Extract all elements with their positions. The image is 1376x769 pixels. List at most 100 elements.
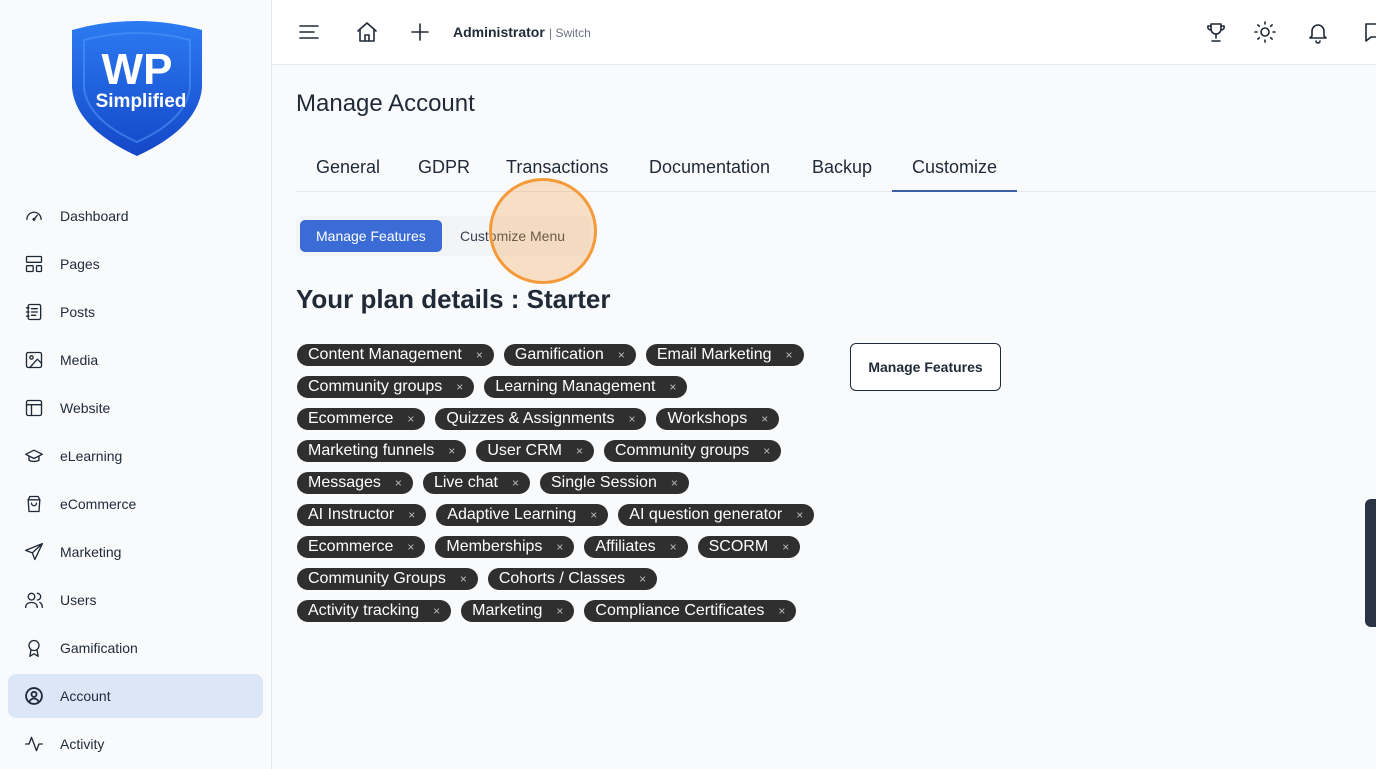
feature-chip: SCORM × (697, 536, 801, 558)
remove-feature-icon[interactable]: × (476, 348, 483, 362)
feature-chip-label: Memberships (446, 538, 543, 555)
sidebar-item-activity[interactable]: Activity (8, 722, 263, 766)
feature-chip: Cohorts / Classes × (487, 568, 658, 590)
tab-transactions[interactable]: Transactions (486, 143, 628, 192)
feature-chip: AI question generator × (618, 504, 815, 526)
sidebar-item-posts[interactable]: Posts (8, 290, 263, 334)
bell-icon[interactable] (1306, 20, 1330, 44)
tab-general[interactable]: General (296, 143, 400, 192)
remove-feature-icon[interactable]: × (448, 444, 455, 458)
wp-simplified-logo[interactable]: WP Simplified (66, 18, 208, 158)
feature-chip: User CRM × (476, 440, 594, 462)
remove-feature-icon[interactable]: × (407, 412, 414, 426)
remove-feature-icon[interactable]: × (556, 540, 563, 554)
plus-icon[interactable] (408, 20, 432, 44)
account-tabs: General GDPR Transactions Documentation … (296, 143, 1376, 192)
feature-chip: Memberships × (435, 536, 575, 558)
remove-feature-icon[interactable]: × (669, 380, 676, 394)
feature-chip-label: Marketing funnels (308, 442, 435, 459)
feature-chip-label: Ecommerce (308, 410, 394, 427)
sidebar-item-label: Activity (60, 736, 105, 752)
menu-icon[interactable] (297, 20, 321, 44)
remove-feature-icon[interactable]: × (556, 604, 563, 618)
sidebar-item-label: eCommerce (60, 496, 137, 512)
sidebar-item-pages[interactable]: Pages (8, 242, 263, 286)
remove-feature-icon[interactable]: × (796, 508, 803, 522)
remove-feature-icon[interactable]: × (576, 444, 583, 458)
sidebar-item-users[interactable]: Users (8, 578, 263, 622)
remove-feature-icon[interactable]: × (618, 348, 625, 362)
feature-chip-row: Ecommerce × Quizzes & Assignments × Workshop… (297, 408, 837, 430)
feature-chip-row: Marketing funnels × User CRM × Community gro… (297, 440, 837, 462)
feature-chip-label: Community Groups (308, 570, 446, 587)
remove-feature-icon[interactable]: × (590, 508, 597, 522)
feature-chip-label: Single Session (551, 474, 657, 491)
activity-icon (24, 734, 44, 754)
sidebar-item-media[interactable]: Media (8, 338, 263, 382)
sidebar-item-elearning[interactable]: eLearning (8, 434, 263, 478)
remove-feature-icon[interactable]: × (782, 540, 789, 554)
tab-backup[interactable]: Backup (792, 143, 892, 192)
remove-feature-icon[interactable]: × (395, 476, 402, 490)
sidebar-item-marketing[interactable]: Marketing (8, 530, 263, 574)
trophy-icon[interactable] (1204, 20, 1228, 44)
manage-features-button[interactable]: Manage Features (850, 343, 1001, 391)
sidebar-item-account[interactable]: Account (8, 674, 263, 718)
feature-chip-row: Community groups × Learning Management × (297, 376, 837, 398)
feature-chip: Content Management × (297, 344, 494, 366)
remove-feature-icon[interactable]: × (433, 604, 440, 618)
feature-chip: Affiliates × (584, 536, 688, 558)
remove-feature-icon[interactable]: × (456, 380, 463, 394)
feature-chip-label: Learning Management (495, 378, 656, 395)
tab-customize[interactable]: Customize (892, 143, 1018, 192)
feature-chip: AI Instructor × (297, 504, 427, 526)
feature-chip: Activity tracking × (297, 600, 452, 622)
sidebar-item-label: Media (60, 352, 99, 368)
feature-chip-label: AI question generator (629, 506, 783, 523)
remove-feature-icon[interactable]: × (408, 508, 415, 522)
feature-chip-label: User CRM (487, 442, 562, 459)
sidebar-item-website[interactable]: Website (8, 386, 263, 430)
plan-heading: Your plan details : Starter (296, 284, 611, 314)
remove-feature-icon[interactable]: × (460, 572, 467, 586)
sidebar-item-ecommerce[interactable]: eCommerce (8, 482, 263, 526)
sun-icon[interactable] (1253, 20, 1277, 44)
remove-feature-icon[interactable]: × (407, 540, 414, 554)
remove-feature-icon[interactable]: × (786, 348, 793, 362)
switch-user-link[interactable]: | Switch (549, 26, 591, 40)
feature-chip: Email Marketing × (645, 344, 804, 366)
remove-feature-icon[interactable]: × (512, 476, 519, 490)
remove-feature-icon[interactable]: × (628, 412, 635, 426)
feature-chip: Community Groups × (297, 568, 478, 590)
sidebar-item-gamification[interactable]: Gamification (8, 626, 263, 670)
remove-feature-icon[interactable]: × (778, 604, 785, 618)
feature-chip-label: Live chat (433, 474, 498, 491)
feature-chip: Marketing funnels × (297, 440, 467, 462)
feature-chip-label: Community groups (308, 378, 443, 395)
sidebar-item-label: Marketing (60, 544, 122, 560)
feature-chip: Marketing × (461, 600, 575, 622)
sidebar-item-label: Users (60, 592, 97, 608)
remove-feature-icon[interactable]: × (670, 540, 677, 554)
top-bar: Administrator | Switch (272, 0, 1376, 65)
customize-menu-subtab[interactable]: Customize Menu (444, 220, 581, 252)
tab-documentation[interactable]: Documentation (629, 143, 790, 192)
shopping-bag-icon (24, 494, 44, 514)
sidebar-item-dashboard[interactable]: Dashboard (8, 194, 263, 238)
remove-feature-icon[interactable]: × (761, 412, 768, 426)
feature-chip-row: Activity tracking × Marketing × Compliance C… (297, 600, 837, 622)
remove-feature-icon[interactable]: × (671, 476, 678, 490)
graduation-cap-icon (24, 446, 44, 466)
feature-chip-label: Marketing (472, 602, 543, 619)
sidebar: WP Simplified Dashboard Pages Posts Medi… (0, 0, 272, 769)
feature-chip-row: AI Instructor × Adaptive Learning × AI quest… (297, 504, 837, 526)
feature-chip-label: Content Management (308, 346, 462, 363)
remove-feature-icon[interactable]: × (639, 572, 646, 586)
remove-feature-icon[interactable]: × (763, 444, 770, 458)
side-panel-handle[interactable] (1365, 499, 1376, 627)
sidebar-item-label: Website (60, 400, 111, 416)
manage-features-subtab[interactable]: Manage Features (300, 220, 442, 252)
chat-icon[interactable] (1362, 20, 1376, 44)
tab-gdpr[interactable]: GDPR (398, 143, 490, 192)
home-icon[interactable] (355, 20, 379, 44)
